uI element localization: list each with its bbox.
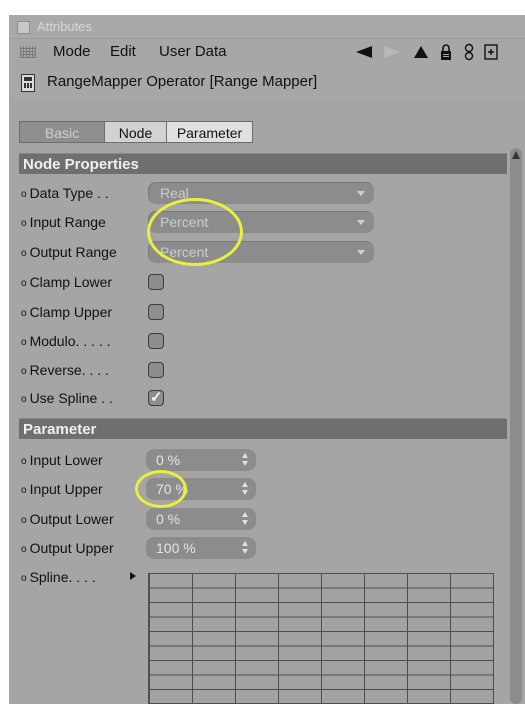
input-range-dropdown[interactable]: Percent [148, 211, 374, 233]
new-panel-icon[interactable] [481, 41, 501, 63]
scrollbar[interactable] [510, 148, 522, 704]
spline-graph[interactable] [148, 573, 494, 704]
row-input-lower: Input Lower 0 % [21, 449, 491, 471]
lock-icon[interactable] [435, 41, 457, 63]
row-modulo: Modulo. . . . . [21, 330, 491, 352]
output-upper-label: Output Upper [21, 540, 114, 556]
input-upper-field[interactable]: 70 % [146, 478, 256, 500]
panel-checkbox[interactable] [17, 21, 30, 34]
row-input-upper: Input Upper 70 % [21, 478, 491, 500]
reverse-label: Reverse. . . . [21, 362, 109, 378]
modulo-label: Modulo. . . . . [21, 333, 111, 349]
spinner-icon[interactable] [242, 482, 248, 496]
attributes-panel: Attributes Mode Edit User Data RangeMapp… [9, 15, 525, 704]
chevron-down-icon [357, 191, 365, 196]
output-range-label: Output Range [21, 244, 117, 260]
expand-arrow-icon[interactable] [129, 571, 137, 581]
output-lower-value: 0 % [156, 511, 181, 527]
back-arrow-icon[interactable] [351, 41, 377, 63]
row-clamp-upper: Clamp Upper [21, 301, 491, 323]
object-header: RangeMapper Operator [Range Mapper] [9, 65, 525, 99]
section-header-node-properties[interactable]: Node Properties [19, 153, 507, 174]
clamp-upper-label: Clamp Upper [21, 304, 112, 320]
tab-basic[interactable]: Basic [19, 121, 105, 143]
output-upper-field[interactable]: 100 % [146, 537, 256, 559]
data-type-value: Real [160, 185, 189, 201]
link-icon[interactable] [459, 41, 479, 63]
row-output-upper: Output Upper 100 % [21, 537, 491, 559]
tab-node[interactable]: Node [105, 121, 167, 143]
input-range-label: Input Range [21, 214, 106, 230]
menu-mode[interactable]: Mode [53, 43, 91, 60]
checkmark-icon: ✓ [150, 389, 163, 406]
spline-label: Spline. . . . [21, 569, 96, 585]
spinner-icon[interactable] [242, 541, 248, 555]
title-bar: Attributes [9, 15, 525, 39]
menu-user-data[interactable]: User Data [159, 43, 227, 60]
output-lower-field[interactable]: 0 % [146, 508, 256, 530]
use-spline-checkbox[interactable]: ✓ [148, 389, 164, 406]
input-lower-label: Input Lower [21, 452, 103, 468]
forward-arrow-icon[interactable] [379, 41, 405, 63]
clamp-lower-label: Clamp Lower [21, 274, 112, 290]
reverse-checkbox[interactable] [148, 362, 164, 378]
chevron-down-icon [357, 250, 365, 255]
output-range-value: Percent [160, 244, 209, 260]
scroll-up-icon[interactable] [512, 151, 520, 159]
panel-title: Attributes [37, 19, 92, 34]
object-title: RangeMapper Operator [Range Mapper] [47, 73, 318, 90]
data-type-dropdown[interactable]: Real [148, 182, 374, 204]
chevron-down-icon [357, 220, 365, 225]
menu-edit[interactable]: Edit [110, 43, 136, 60]
input-range-value: Percent [160, 214, 209, 230]
row-clamp-lower: Clamp Lower [21, 271, 491, 293]
row-input-range: Input Range Percent [21, 211, 491, 233]
input-upper-label: Input Upper [21, 481, 103, 497]
row-use-spline: Use Spline . . ✓ [21, 387, 491, 409]
row-data-type: Data Type . . Real [21, 182, 491, 204]
section-header-parameter[interactable]: Parameter [19, 418, 507, 439]
row-output-range: Output Range Percent [21, 241, 491, 263]
data-type-label: Data Type . . [21, 185, 109, 201]
up-arrow-icon[interactable] [409, 41, 433, 63]
menu-bar: Mode Edit User Data [9, 39, 525, 65]
input-upper-value: 70 % [156, 481, 188, 497]
operator-icon [21, 74, 35, 92]
use-spline-label: Use Spline . . [21, 390, 113, 406]
spinner-icon[interactable] [242, 453, 248, 467]
row-output-lower: Output Lower 0 % [21, 508, 491, 530]
output-upper-value: 100 % [156, 540, 196, 556]
modulo-checkbox[interactable] [148, 333, 164, 349]
clamp-lower-checkbox[interactable] [148, 274, 164, 290]
input-lower-value: 0 % [156, 452, 181, 468]
tab-parameter[interactable]: Parameter [167, 121, 253, 143]
grip-icon[interactable] [20, 46, 36, 58]
tab-bar: Basic Node Parameter [19, 121, 253, 143]
spinner-icon[interactable] [242, 512, 248, 526]
clamp-upper-checkbox[interactable] [148, 304, 164, 320]
output-range-dropdown[interactable]: Percent [148, 241, 374, 263]
input-lower-field[interactable]: 0 % [146, 449, 256, 471]
row-reverse: Reverse. . . . [21, 359, 491, 381]
output-lower-label: Output Lower [21, 511, 114, 527]
